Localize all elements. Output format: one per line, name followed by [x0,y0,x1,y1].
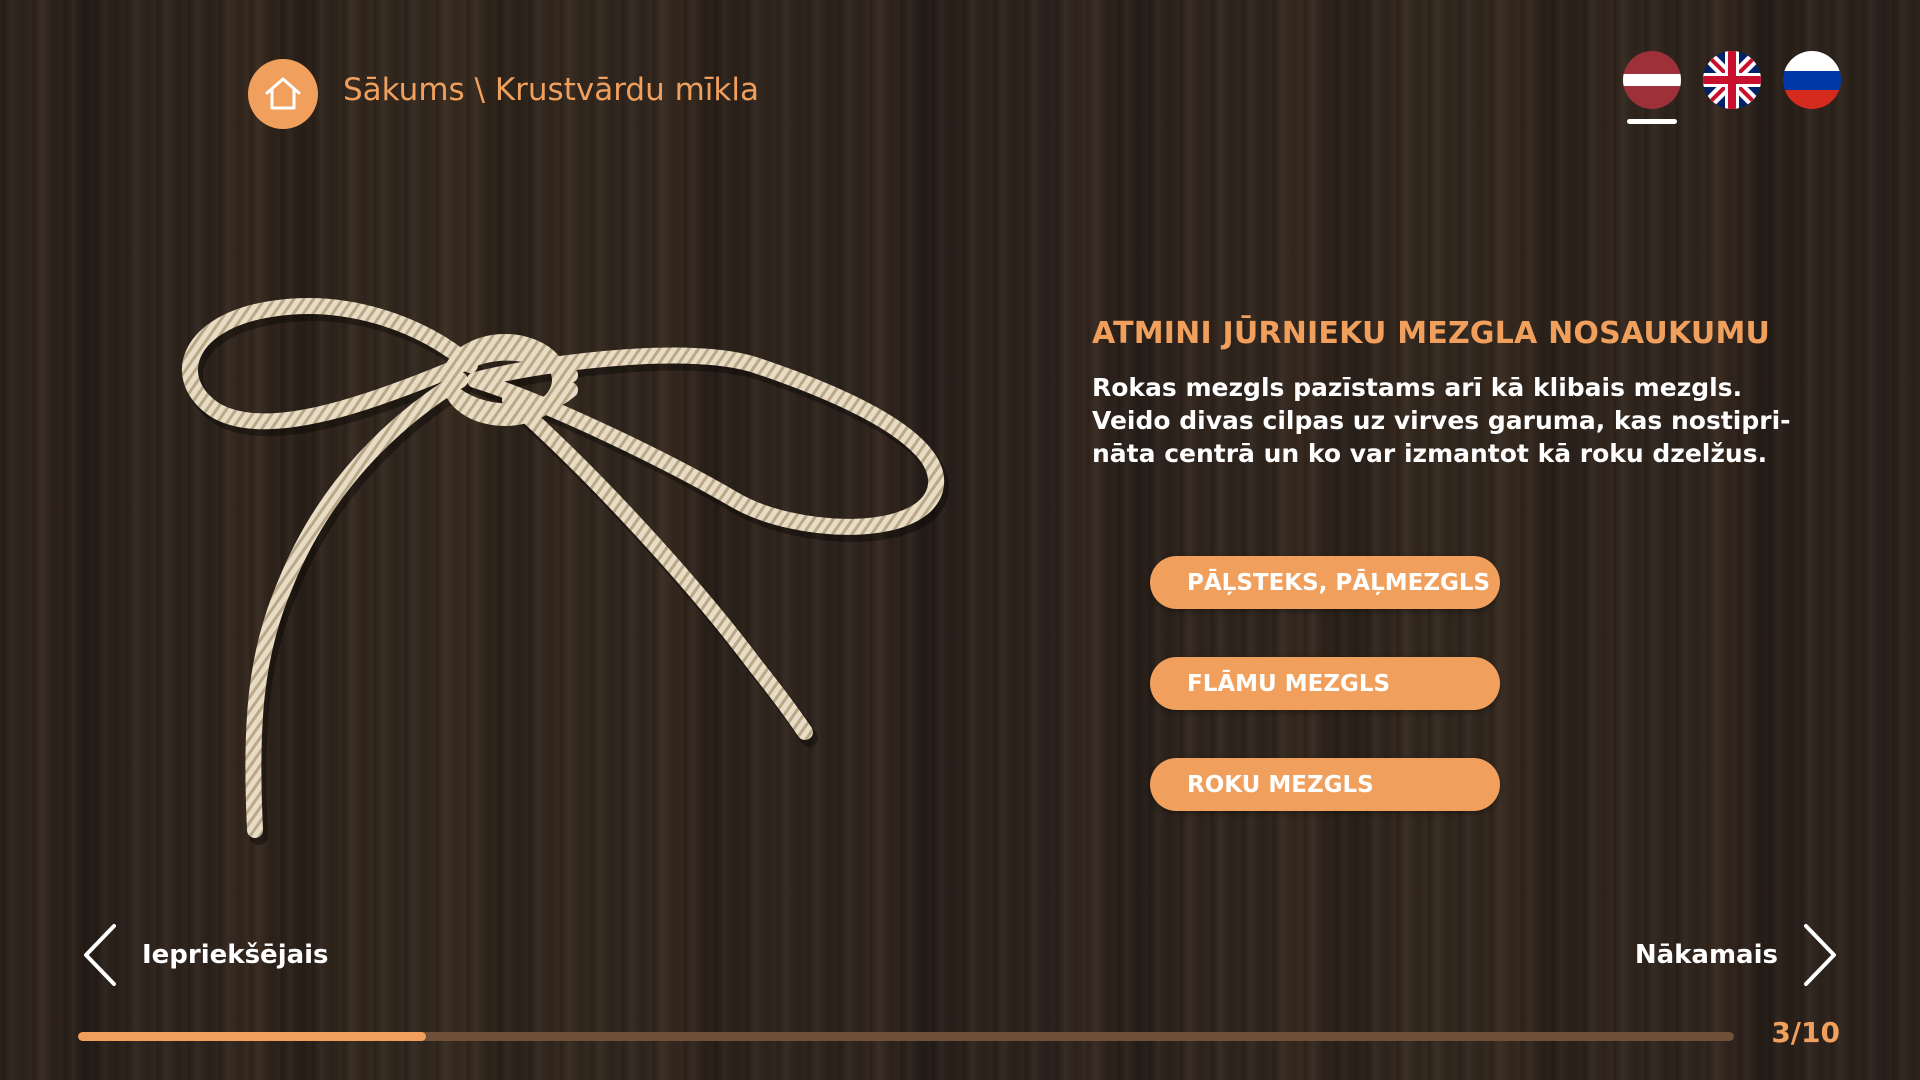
progress-fill [78,1032,426,1041]
answer-option-button[interactable]: ROKU MEZGLS [1150,758,1500,811]
language-ru-button[interactable] [1783,51,1841,109]
next-button[interactable]: Nākamais [1635,922,1840,988]
breadcrumb-separator: \ [464,72,495,108]
answer-option-button[interactable]: FLĀMU MEZGLS [1150,657,1500,710]
previous-label: Iepriekšējais [142,940,329,970]
breadcrumb-home-link[interactable]: Sākums [343,72,465,108]
rope-knot-illustration [181,298,950,845]
question-text-line: nāta centrā un ko var izmantot kā roku d… [1092,439,1768,468]
question-text-line: Veido divas cilpas uz virves garuma, kas… [1092,406,1791,435]
chevron-right-icon [1804,924,1836,986]
language-en-button[interactable] [1703,51,1761,109]
russia-flag-icon [1783,51,1841,109]
uk-flag-icon [1703,51,1761,109]
progress-bar [78,1032,1734,1041]
answer-option-button[interactable]: PĀĻSTEKS, PĀĻMEZGLS [1150,556,1500,609]
chevron-left-icon [84,924,116,986]
next-label: Nākamais [1634,940,1778,970]
previous-button[interactable]: Iepriekšējais [80,922,329,988]
language-lv-button[interactable] [1623,51,1681,109]
question-text: Rokas mezgls pazīstams arī kā klibais me… [1092,371,1792,470]
question-text-line: Rokas mezgls pazīstams arī kā klibais me… [1092,373,1743,402]
progress-counter: 3/10 [1771,1016,1840,1049]
breadcrumb-current: Krustvārdu mīkla [494,72,759,108]
active-language-indicator [1627,119,1677,124]
question-title: ATMINI JŪRNIEKU MEZGLA NOSAUKUMU [1092,316,1771,351]
home-icon [265,77,301,110]
breadcrumb: Sākums \ Krustvārdu mīkla [343,72,759,108]
latvia-flag-icon [1623,51,1681,109]
home-button[interactable] [248,59,318,129]
